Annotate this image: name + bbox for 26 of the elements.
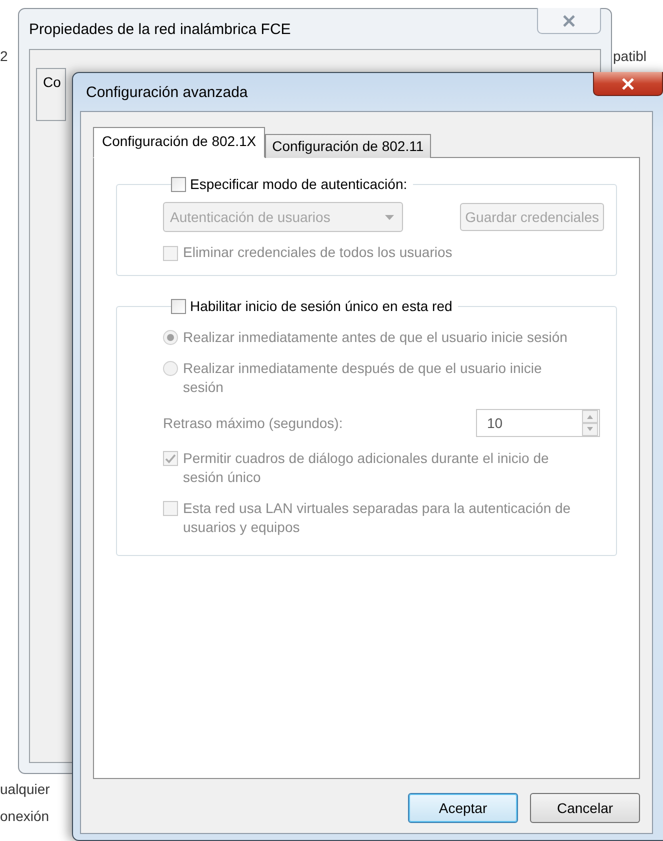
background-text: onexión xyxy=(0,808,50,824)
checkbox-label: Habilitar inicio de sesión único en esta red xyxy=(190,298,452,314)
field-label: Retraso máximo (segundos): xyxy=(163,415,343,431)
checkbox-label: Eliminar credenciales de todos los usuarios xyxy=(183,244,452,260)
window-title: Propiedades de la red inalámbrica FCE xyxy=(29,20,291,38)
dialog-button[interactable]: Aceptar xyxy=(408,793,518,823)
checkbox[interactable] xyxy=(171,176,186,192)
close-button[interactable] xyxy=(593,72,663,96)
checkbox-label: Permitir cuadros de diálogo adicionales durante el inicio de sesión único xyxy=(183,449,550,487)
spin-arrows-icon xyxy=(582,410,598,436)
close-icon xyxy=(562,14,576,26)
window-title: Configuración avanzada xyxy=(86,84,248,100)
tab[interactable]: Configuración de 802.1X xyxy=(93,127,266,158)
checkbox-label: Especificar modo de autenticación: xyxy=(190,176,408,192)
dialog-button[interactable]: Cancelar xyxy=(530,793,640,823)
checkbox[interactable] xyxy=(171,298,186,314)
tab[interactable]: Configuración de 802.11 xyxy=(265,134,431,158)
checkbox-label: Esta red usa LAN virtuales separadas para la autenticación de usuarios y equipos xyxy=(183,499,572,537)
radio-label: Realizar inmediatamente después de que el usuario inicie sesión xyxy=(183,359,543,397)
tab[interactable]: Co xyxy=(36,68,66,121)
background-text: ualquier xyxy=(0,781,50,797)
background-text: 2 xyxy=(0,48,8,64)
background-text: patibl xyxy=(613,48,646,64)
radio-label: Realizar inmediatamente antes de que el usuario inicie sesión xyxy=(183,328,568,347)
close-icon xyxy=(621,78,635,90)
dropdown-arrow-icon xyxy=(385,214,394,220)
